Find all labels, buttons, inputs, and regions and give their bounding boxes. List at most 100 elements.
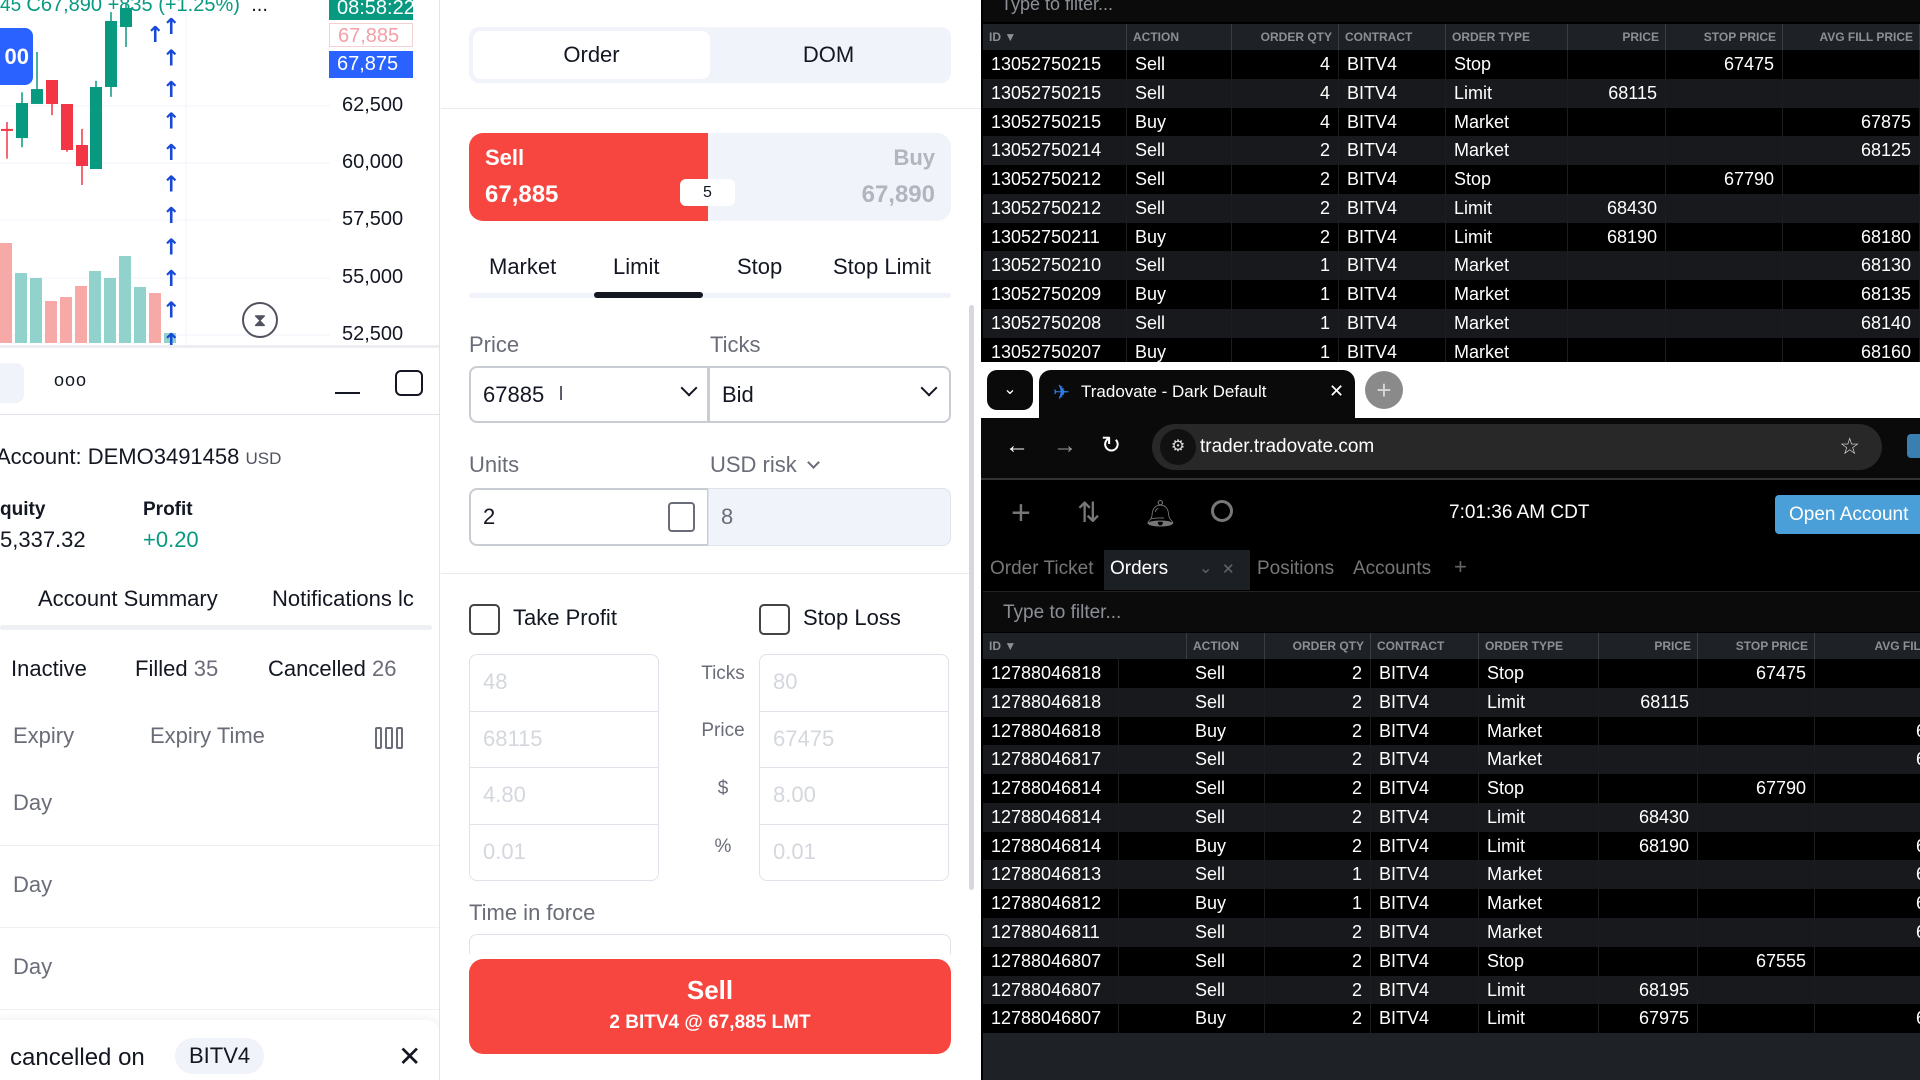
tp-ticks-input[interactable]: 48 (470, 655, 658, 712)
tab-order-ticket[interactable]: Order Ticket (990, 558, 1093, 580)
usd-risk-input[interactable]: 8 (708, 488, 951, 546)
column-header[interactable]: STOP PRICE (1698, 633, 1815, 659)
column-expiry[interactable]: Expiry (13, 723, 74, 749)
search-icon[interactable] (1211, 500, 1233, 522)
sl-usd-input[interactable]: 8.00 (760, 768, 948, 825)
table-row[interactable]: 13052750215 Sell 4 BITV4 Stop 67475 (983, 50, 1920, 79)
table-row[interactable]: 12788046814 Sell 2 BITV4 Stop 67790 (983, 774, 1920, 803)
order-type-limit[interactable]: Limit (613, 254, 659, 280)
table-row[interactable]: 12788046814 Sell 2 BITV4 Limit 68430 (983, 802, 1920, 832)
chevron-down-icon[interactable] (680, 379, 698, 397)
tab-orders[interactable]: Orders ⌄ ✕ (1104, 550, 1250, 590)
chart-divider[interactable] (0, 345, 439, 348)
table-row[interactable]: 12788046813 Sell1BITV4Market 681 (983, 860, 1920, 890)
sl-percent-input[interactable]: 0.01 (760, 825, 948, 881)
submit-sell-button[interactable]: Sell 2 BITV4 @ 67,885 LMT (469, 959, 951, 1054)
column-header[interactable]: CONTRACT (1371, 633, 1479, 659)
order-type-stop-limit[interactable]: Stop Limit (833, 254, 931, 280)
tp-price-input[interactable]: 68115 (470, 712, 658, 768)
table-row[interactable]: 13052750207 Buy 1 BITV4 Market 68160 (983, 337, 1920, 364)
column-header[interactable]: PRICE (1568, 24, 1666, 50)
ticks-select[interactable]: Bid (708, 366, 951, 423)
tp-percent-input[interactable]: 0.01 (470, 825, 658, 881)
add-icon[interactable]: + (1011, 494, 1031, 533)
tab-notifications[interactable]: Notifications lc (272, 586, 432, 612)
stop-loss-checkbox[interactable] (759, 604, 790, 635)
close-icon[interactable]: ✕ (398, 1040, 421, 1073)
minimize-icon[interactable] (335, 392, 360, 394)
order-type-stop[interactable]: Stop (737, 254, 782, 280)
close-tab-icon[interactable]: ✕ (1222, 560, 1235, 578)
order-type-market[interactable]: Market (489, 254, 556, 280)
reload-icon[interactable]: ↻ (1101, 431, 1121, 460)
take-profit-label[interactable]: Take Profit (513, 605, 617, 631)
column-header[interactable]: ORDER QTY (1232, 24, 1339, 50)
new-tab-button[interactable]: + (1365, 371, 1403, 409)
tab-order[interactable]: Order (473, 31, 710, 79)
legend-more[interactable]: ... (251, 0, 268, 16)
column-header[interactable]: AVG FILL PRICE (1783, 24, 1920, 50)
columns-settings-icon[interactable] (375, 727, 403, 749)
back-icon[interactable]: ← (1005, 432, 1029, 460)
table-row[interactable]: 13052750214 Sell 2 BITV4 Market 68125 (983, 136, 1920, 166)
tabs-scrollbar[interactable] (0, 625, 432, 630)
order-row[interactable]: Day (0, 764, 439, 846)
replay-hourglass-icon[interactable]: ⧗ (242, 302, 278, 338)
column-header[interactable]: ID ▼ (983, 633, 1187, 659)
orders-filter-input[interactable]: Type to filter... (983, 591, 1920, 632)
column-header[interactable]: ORDER QTY (1265, 633, 1371, 659)
table-row[interactable]: 12788046812 Buy1BITV4Market 681 (983, 889, 1920, 918)
table-row[interactable]: 12788046818 Sell 2 BITV4 Stop 67475 (983, 659, 1920, 688)
tab-accounts[interactable]: Accounts (1353, 558, 1431, 580)
stop-loss-label[interactable]: Stop Loss (803, 605, 901, 631)
time-in-force-select[interactable] (469, 934, 951, 954)
price-input[interactable]: 67885 I (469, 366, 709, 423)
position-badge[interactable]: 00 (0, 28, 33, 85)
table-row[interactable]: 12788046807 Sell 2 BITV4 Stop 67555 (983, 946, 1920, 976)
buy-side-button[interactable]: Buy 67,890 (708, 133, 951, 221)
toast-symbol[interactable]: BITV4 (175, 1038, 265, 1074)
table-row[interactable]: 12788046811 Sell2BITV4Market 681 (983, 917, 1920, 947)
price-chart[interactable]: ↑ ↑ ↑ ↑ ↑ ↑ ↑ ↑ ↑ ↑ ↑ ↑ 45 C67,890 +835 (+1.25%) ..… (0, 0, 439, 355)
table-row[interactable]: 13052750209 Buy 1 BITV4 Market 68135 (983, 280, 1920, 309)
maximize-icon[interactable] (395, 370, 423, 396)
table-row[interactable]: 13052750212 Sell 2 BITV4 Limit 68430 (983, 193, 1920, 223)
order-row[interactable]: Day (0, 928, 439, 1010)
column-expiry-time[interactable]: Expiry Time (150, 723, 265, 749)
column-header[interactable]: ACTION (1187, 633, 1265, 659)
forward-icon[interactable]: → (1053, 432, 1077, 460)
address-bar[interactable]: ⚙ trader.tradovate.com ☆ (1152, 424, 1882, 470)
table-row[interactable]: 13052750210 Sell 1 BITV4 Market 68130 (983, 251, 1920, 281)
sl-price-input[interactable]: 67475 (760, 712, 948, 768)
column-header[interactable]: ORDER TYPE (1479, 633, 1599, 659)
table-row[interactable]: 13052750211 Buy 2 BITV4 Limit 68190 68180 (983, 222, 1920, 252)
filter-inactive[interactable]: Inactive (11, 656, 87, 682)
table-row[interactable]: 13052750212 Sell 2 BITV4 Stop 67790 (983, 165, 1920, 194)
calculator-icon[interactable] (668, 502, 695, 532)
browser-tab[interactable]: ✈ Tradovate - Dark Default ✕ (1039, 370, 1355, 418)
column-header[interactable]: AVG FILL PR (1815, 633, 1920, 659)
site-settings-icon[interactable]: ⚙ (1160, 429, 1196, 465)
table-row[interactable]: 12788046818 Buy2BITV4Market 678 (983, 716, 1920, 746)
table-row[interactable]: 12788046814 Buy2BITV4Limit68190 681 (983, 831, 1920, 861)
take-profit-checkbox[interactable] (469, 604, 500, 635)
more-options-button[interactable]: ooo (54, 370, 87, 391)
table-row[interactable]: 13052750208 Sell 1 BITV4 Market 68140 (983, 308, 1920, 338)
column-header[interactable]: PRICE (1599, 633, 1698, 659)
table-row[interactable]: 12788046807 Buy2BITV4Limit67975 679 (983, 1004, 1920, 1034)
column-header[interactable]: ORDER TYPE (1446, 24, 1568, 50)
transfer-arrows-icon[interactable]: ⇅ (1077, 496, 1100, 529)
usd-risk-dropdown[interactable]: USD risk (710, 452, 820, 478)
tab-dom[interactable]: DOM (710, 31, 947, 79)
add-tab-icon[interactable]: + (1454, 554, 1467, 580)
column-header[interactable]: ID ▼ (983, 24, 1127, 50)
column-header[interactable]: CONTRACT (1339, 24, 1446, 50)
column-header[interactable]: STOP PRICE (1666, 24, 1783, 50)
order-row[interactable]: Day (0, 846, 439, 928)
extension-icon[interactable] (1907, 434, 1920, 458)
filter-filled[interactable]: Filled 35 (135, 656, 218, 682)
sl-ticks-input[interactable]: 80 (760, 655, 948, 712)
table-row[interactable]: 13052750215 Sell 4 BITV4 Limit 68115 (983, 78, 1920, 108)
tab-positions[interactable]: Positions (1257, 558, 1334, 580)
units-input[interactable]: 2 (469, 488, 709, 546)
